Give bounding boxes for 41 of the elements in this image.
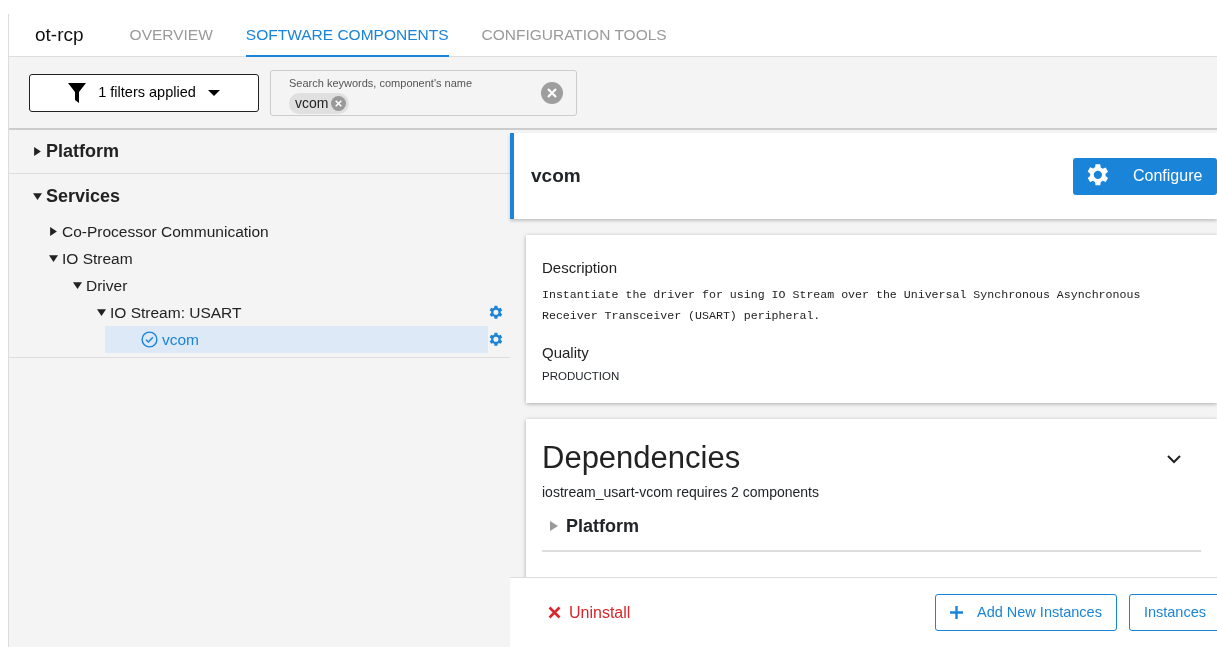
collapsed-arrow-icon: [49, 227, 58, 236]
add-instances-button[interactable]: Add New Instances: [935, 594, 1117, 631]
tree-item[interactable]: Services: [33, 174, 510, 218]
tree-item[interactable]: Co-Processor Communication: [33, 218, 510, 245]
project-title: ot-rcp: [35, 22, 84, 47]
collapsed-arrow-icon: [33, 147, 42, 156]
search-placeholder: Search keywords, component's name: [289, 75, 474, 91]
quality-label: Quality: [542, 342, 590, 363]
gear-icon[interactable]: [488, 331, 504, 348]
dependency-group[interactable]: Platform: [542, 502, 1201, 552]
chip-label: vcom: [295, 94, 329, 113]
search-field[interactable]: Search keywords, component's name vcom: [270, 69, 577, 116]
expanded-arrow-icon: [97, 308, 106, 317]
expanded-arrow-icon: [33, 191, 42, 201]
instances-button[interactable]: Instances: [1128, 594, 1217, 631]
chevron-down-icon[interactable]: [1167, 453, 1181, 464]
description-label: Description: [542, 258, 619, 278]
filter-icon: [68, 82, 87, 103]
caret-icon: [207, 88, 220, 97]
search-chip[interactable]: vcom: [289, 93, 350, 114]
configure-button[interactable]: Configure: [1073, 157, 1217, 195]
close-icon: [548, 606, 561, 619]
dependencies-title: Dependencies: [542, 439, 741, 478]
plus-icon: [950, 606, 963, 619]
check-circle-icon: [141, 331, 158, 348]
dependencies-summary: iostream_usart-vcom requires 2 components: [542, 482, 820, 502]
tree-item[interactable]: IO Stream: USART: [81, 299, 488, 326]
collapsed-arrow-icon: [550, 521, 558, 532]
expanded-arrow-icon: [73, 281, 82, 290]
filter-button[interactable]: 1 filters applied: [29, 73, 259, 112]
gear-icon[interactable]: [488, 304, 504, 321]
tree-item[interactable]: IO Stream: [33, 245, 510, 272]
description-text: Instantiate the driver for using IO Stream over the Universal Synchronous Asynchronous Receiver Transceiver (USART) peripheral.: [542, 286, 1142, 324]
expanded-arrow-icon: [49, 254, 58, 263]
clear-icon[interactable]: [541, 81, 563, 104]
remove-icon: [331, 96, 347, 111]
uninstall-button[interactable]: Uninstall: [542, 599, 637, 626]
quality-value: PRODUCTION: [542, 369, 621, 384]
component-title: vcom: [531, 163, 581, 188]
tree-item[interactable]: Driver: [57, 272, 510, 299]
tree-item[interactable]: Platform: [33, 130, 510, 173]
